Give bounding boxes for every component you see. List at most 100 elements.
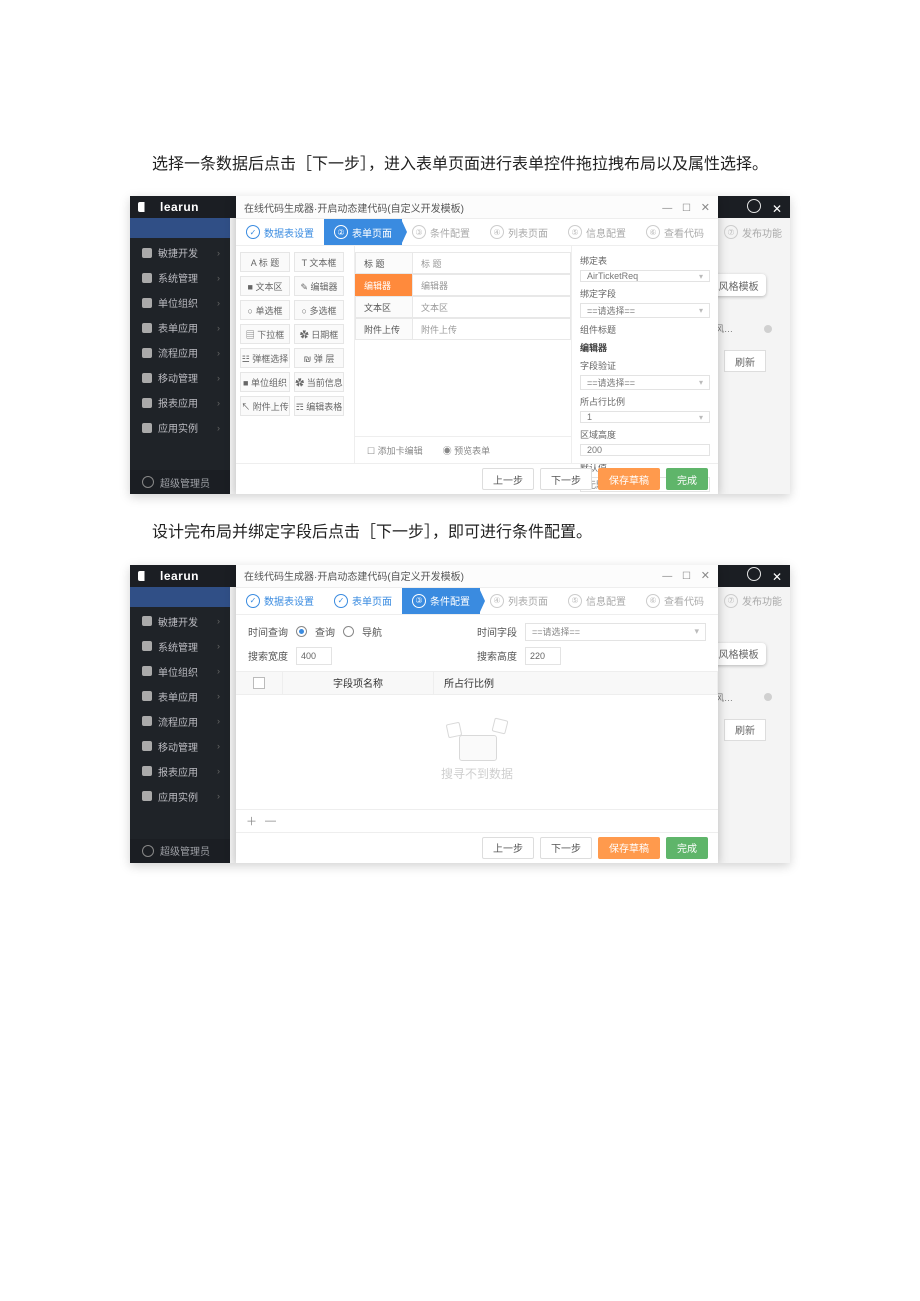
condition-form: 时间查询 查询 导航 时间字段 ==请选择== ▾ 搜索宽度 400 搜索高度	[236, 615, 718, 672]
prop-height[interactable]: 200	[580, 444, 710, 456]
globe-icon	[142, 423, 152, 433]
step-list-page[interactable]: ④列表页面	[480, 588, 558, 614]
palette-edittable[interactable]: ☶ 编辑表格	[294, 396, 344, 416]
empty-state: 搜寻不到数据	[236, 695, 718, 809]
select-all-checkbox[interactable]	[253, 677, 265, 689]
prop-validate[interactable]: ==请选择==▾	[580, 375, 710, 390]
refresh-button[interactable]: 刷新	[724, 350, 766, 372]
palette-layer[interactable]: ₪ 弹 层	[294, 348, 344, 368]
palette-current[interactable]: ✿ 当前信息	[294, 372, 344, 392]
sidebar-item-system[interactable]: 系统管理›	[130, 634, 230, 659]
step-info[interactable]: ⑤信息配置	[558, 219, 636, 245]
prop-bind-field[interactable]: ==请选择==▾	[580, 303, 710, 318]
preview-form-link[interactable]: ◉ 预览表单	[443, 444, 491, 457]
sidebar-foot[interactable]: 超级管理员	[130, 839, 230, 863]
palette-title[interactable]: A 标 题	[240, 252, 290, 272]
palette-radio[interactable]: ○ 单选框	[240, 300, 290, 320]
sidebar-item-dev[interactable]: 敏捷开发›	[130, 609, 230, 634]
canvas-row-editor[interactable]: 编辑器 编辑器	[355, 274, 571, 296]
palette-dialog[interactable]: ☳ 弹框选择	[240, 348, 290, 368]
modal-header: 在线代码生成器·开启动态建代码(自定义开发模板) — ☐ ✕	[236, 196, 718, 219]
prev-button[interactable]: 上一步	[482, 837, 534, 859]
canvas-row-upload[interactable]: 附件上传 附件上传	[355, 318, 571, 340]
sidebar-item-demo[interactable]: 应用实例›	[130, 415, 230, 440]
step-form-page[interactable]: ②表单页面	[324, 219, 402, 245]
save-draft-button[interactable]: 保存草稿	[598, 468, 660, 490]
sidebar-item-org[interactable]: 单位组织›	[130, 290, 230, 315]
topbar-close-icon[interactable]: ✕	[772, 570, 782, 584]
sidebar-search[interactable]	[130, 587, 230, 607]
finish-button[interactable]: 完成	[666, 837, 708, 859]
refresh-button[interactable]: 刷新	[724, 719, 766, 741]
sidebar-item-org[interactable]: 单位组织›	[130, 659, 230, 684]
palette-upload[interactable]: ↖ 附件上传	[240, 396, 290, 416]
step-publish[interactable]: ⑦发布功能	[714, 219, 790, 245]
sidebar-item-report[interactable]: 报表应用›	[130, 759, 230, 784]
modal-max-icon[interactable]: ☐	[682, 571, 691, 582]
sidebar-item-demo[interactable]: 应用实例›	[130, 784, 230, 809]
palette-org[interactable]: ■ 单位组织	[240, 372, 290, 392]
prev-button[interactable]: 上一步	[482, 468, 534, 490]
canvas-row-title[interactable]: 标 题 标 题	[355, 252, 571, 274]
step-data-table[interactable]: ✓数据表设置	[236, 588, 324, 614]
modal-close-icon[interactable]: ✕	[701, 570, 710, 582]
prop-bind-table[interactable]: AirTicketReq▾	[580, 270, 710, 282]
sidebar-item-system[interactable]: 系统管理›	[130, 265, 230, 290]
prop-ratio[interactable]: 1▾	[580, 411, 710, 423]
step-publish[interactable]: ⑦发布功能	[714, 588, 790, 614]
radio-nav[interactable]	[343, 626, 354, 637]
palette-select[interactable]: ▤ 下拉框	[240, 324, 290, 344]
user-icon[interactable]	[747, 199, 761, 213]
sidebar-item-dev[interactable]: 敏捷开发›	[130, 240, 230, 265]
palette-date[interactable]: ✿ 日期框	[294, 324, 344, 344]
building-icon	[142, 666, 152, 676]
palette-textbox[interactable]: T 文本框	[294, 252, 344, 272]
modal-close-icon[interactable]: ✕	[701, 202, 710, 214]
sidebar-search[interactable]	[130, 218, 230, 238]
remove-button[interactable]: —	[265, 815, 276, 827]
sidebar-item-mobile[interactable]: 移动管理›	[130, 365, 230, 390]
radio-query[interactable]	[296, 626, 307, 637]
search-width-label: 搜索宽度	[248, 648, 288, 663]
step-list-page[interactable]: ④列表页面	[480, 219, 558, 245]
search-width-input[interactable]: 400	[296, 647, 332, 665]
add-cardtab-link[interactable]: ☐ 添加卡编辑	[367, 444, 423, 457]
step-view-code[interactable]: ⑥查看代码	[636, 219, 714, 245]
prop-title-value: 编辑器	[580, 341, 710, 354]
modal-footer: 上一步 下一步 保存草稿 完成	[236, 832, 718, 863]
modal-min-icon[interactable]: —	[662, 203, 672, 214]
finish-button[interactable]: 完成	[666, 468, 708, 490]
sidebar-item-form[interactable]: 表单应用›	[130, 315, 230, 340]
user-icon[interactable]	[747, 567, 761, 581]
sidebar-item-form[interactable]: 表单应用›	[130, 684, 230, 709]
sidebar-item-flow[interactable]: 流程应用›	[130, 709, 230, 734]
step-form-page[interactable]: ✓表单页面	[324, 588, 402, 614]
next-button[interactable]: 下一步	[540, 468, 592, 490]
search-height-input[interactable]: 220	[525, 647, 561, 665]
form-canvas: 标 题 标 题 编辑器 编辑器 文本区 文本区 附件上传	[355, 246, 571, 463]
empty-box-icon	[449, 721, 505, 761]
chart-icon	[142, 766, 152, 776]
palette-editor[interactable]: ✎ 编辑器	[294, 276, 344, 296]
modal-max-icon[interactable]: ☐	[682, 203, 691, 214]
sidebar-item-mobile[interactable]: 移动管理›	[130, 734, 230, 759]
sidebar-item-flow[interactable]: 流程应用›	[130, 340, 230, 365]
topbar-close-icon[interactable]: ✕	[772, 202, 782, 216]
sidebar-item-report[interactable]: 报表应用›	[130, 390, 230, 415]
prop-validate-label: 字段验证	[580, 359, 710, 372]
wizard-steps: ✓数据表设置 ②表单页面 ③条件配置 ④列表页面 ⑤信息配置 ⑥查看代码 ⑦发布…	[236, 219, 718, 246]
palette-checkbox[interactable]: ○ 多选框	[294, 300, 344, 320]
canvas-row-textarea[interactable]: 文本区 文本区	[355, 296, 571, 318]
sidebar-foot[interactable]: 超级管理员	[130, 470, 230, 494]
step-info[interactable]: ⑤信息配置	[558, 588, 636, 614]
step-data-table[interactable]: ✓数据表设置	[236, 219, 324, 245]
save-draft-button[interactable]: 保存草稿	[598, 837, 660, 859]
add-button[interactable]: ＋	[246, 813, 257, 829]
step-view-code[interactable]: ⑥查看代码	[636, 588, 714, 614]
palette-textarea[interactable]: ■ 文本区	[240, 276, 290, 296]
step-condition[interactable]: ③条件配置	[402, 588, 480, 614]
time-field-select[interactable]: ==请选择== ▾	[525, 623, 706, 641]
modal-min-icon[interactable]: —	[662, 571, 672, 582]
step-condition[interactable]: ③条件配置	[402, 219, 480, 245]
next-button[interactable]: 下一步	[540, 837, 592, 859]
